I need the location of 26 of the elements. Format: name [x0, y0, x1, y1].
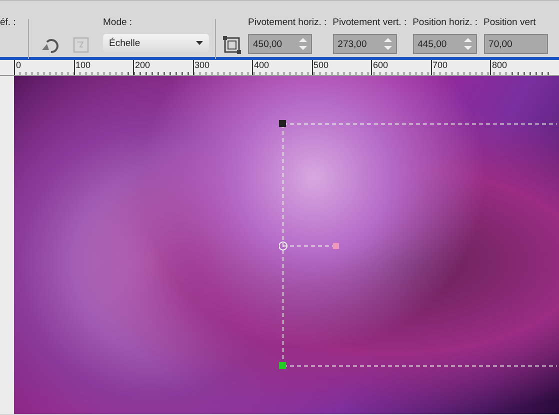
deform-frame-drawing[interactable]	[279, 120, 559, 370]
ruler-number: 800	[492, 60, 508, 70]
mode-dropdown[interactable]: Échelle	[103, 34, 209, 52]
field-label: Pivotement horiz. :	[248, 17, 327, 28]
field-label: éf. :	[0, 17, 17, 28]
number-field[interactable]: 273,00	[332, 34, 397, 54]
ruler-number: 400	[254, 60, 270, 70]
spinner-arrows-icon	[384, 37, 392, 51]
ruler-number: 100	[76, 60, 91, 70]
frame-icon[interactable]	[222, 35, 242, 55]
spinner-arrows-icon	[299, 37, 307, 51]
number-field[interactable]: 450,00	[248, 34, 312, 54]
ruler-number: 700	[432, 60, 448, 70]
field-label: Pivotement vert. :	[332, 17, 407, 28]
ruler-number: 0	[16, 60, 22, 70]
field-label: Position horiz. :	[412, 17, 478, 28]
ruler-number: 200	[135, 60, 150, 70]
number-field[interactable]: 445,00	[412, 34, 477, 54]
ruler-number: 300	[194, 60, 210, 70]
ruler-number: 500	[314, 60, 329, 70]
field-label: Position vert	[484, 17, 537, 28]
caret-icon	[196, 41, 203, 45]
field-label: Mode :	[103, 17, 134, 28]
number-field[interactable]: 70,00	[484, 34, 548, 54]
spinner-arrows-icon	[464, 37, 472, 51]
ruler-number: 600	[373, 60, 388, 70]
